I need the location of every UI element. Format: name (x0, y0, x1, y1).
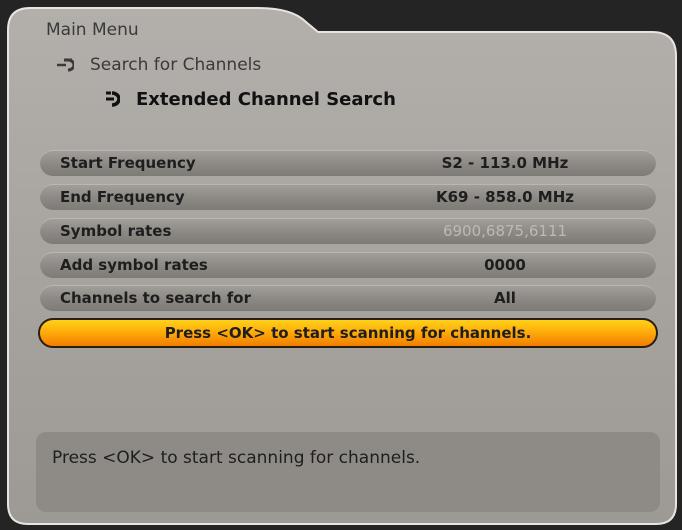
setting-add-symbol-rates[interactable]: Add symbol rates 0000 (40, 252, 656, 278)
setting-label: End Frequency (60, 188, 185, 206)
setting-label: Add symbol rates (60, 256, 208, 274)
breadcrumb-item-extended[interactable]: Extended Channel Search (98, 88, 396, 110)
setting-symbol-rates[interactable]: Symbol rates 6900,6875,6111 (40, 218, 656, 244)
osd-screen: Main Menu Search for Channels Extended C… (0, 0, 682, 530)
setting-value: All (494, 289, 516, 307)
menu-title: Main Menu (46, 20, 139, 40)
return-arrow-icon (98, 88, 121, 110)
return-arrow-icon (52, 54, 76, 76)
setting-start-frequency[interactable]: Start Frequency S2 - 113.0 MHz (40, 150, 656, 176)
help-box: Press <OK> to start scanning for channel… (36, 432, 660, 512)
setting-channels-to-search[interactable]: Channels to search for All (40, 285, 656, 311)
setting-end-frequency[interactable]: End Frequency K69 - 858.0 MHz (40, 184, 656, 210)
setting-label: Symbol rates (60, 222, 172, 240)
start-scan-button[interactable]: Press <OK> to start scanning for channel… (38, 318, 658, 348)
setting-value: 0000 (484, 256, 526, 274)
breadcrumb-item-search[interactable]: Search for Channels (52, 54, 261, 76)
setting-value: S2 - 113.0 MHz (441, 154, 569, 172)
breadcrumb-label: Extended Channel Search (136, 88, 396, 110)
setting-value: 6900,6875,6111 (442, 222, 568, 240)
start-scan-label: Press <OK> to start scanning for channel… (164, 324, 532, 342)
setting-value: K69 - 858.0 MHz (435, 188, 575, 206)
setting-label: Channels to search for (60, 289, 251, 307)
help-text: Press <OK> to start scanning for channel… (52, 448, 421, 468)
setting-label: Start Frequency (60, 154, 196, 172)
breadcrumb-label: Search for Channels (90, 55, 262, 75)
